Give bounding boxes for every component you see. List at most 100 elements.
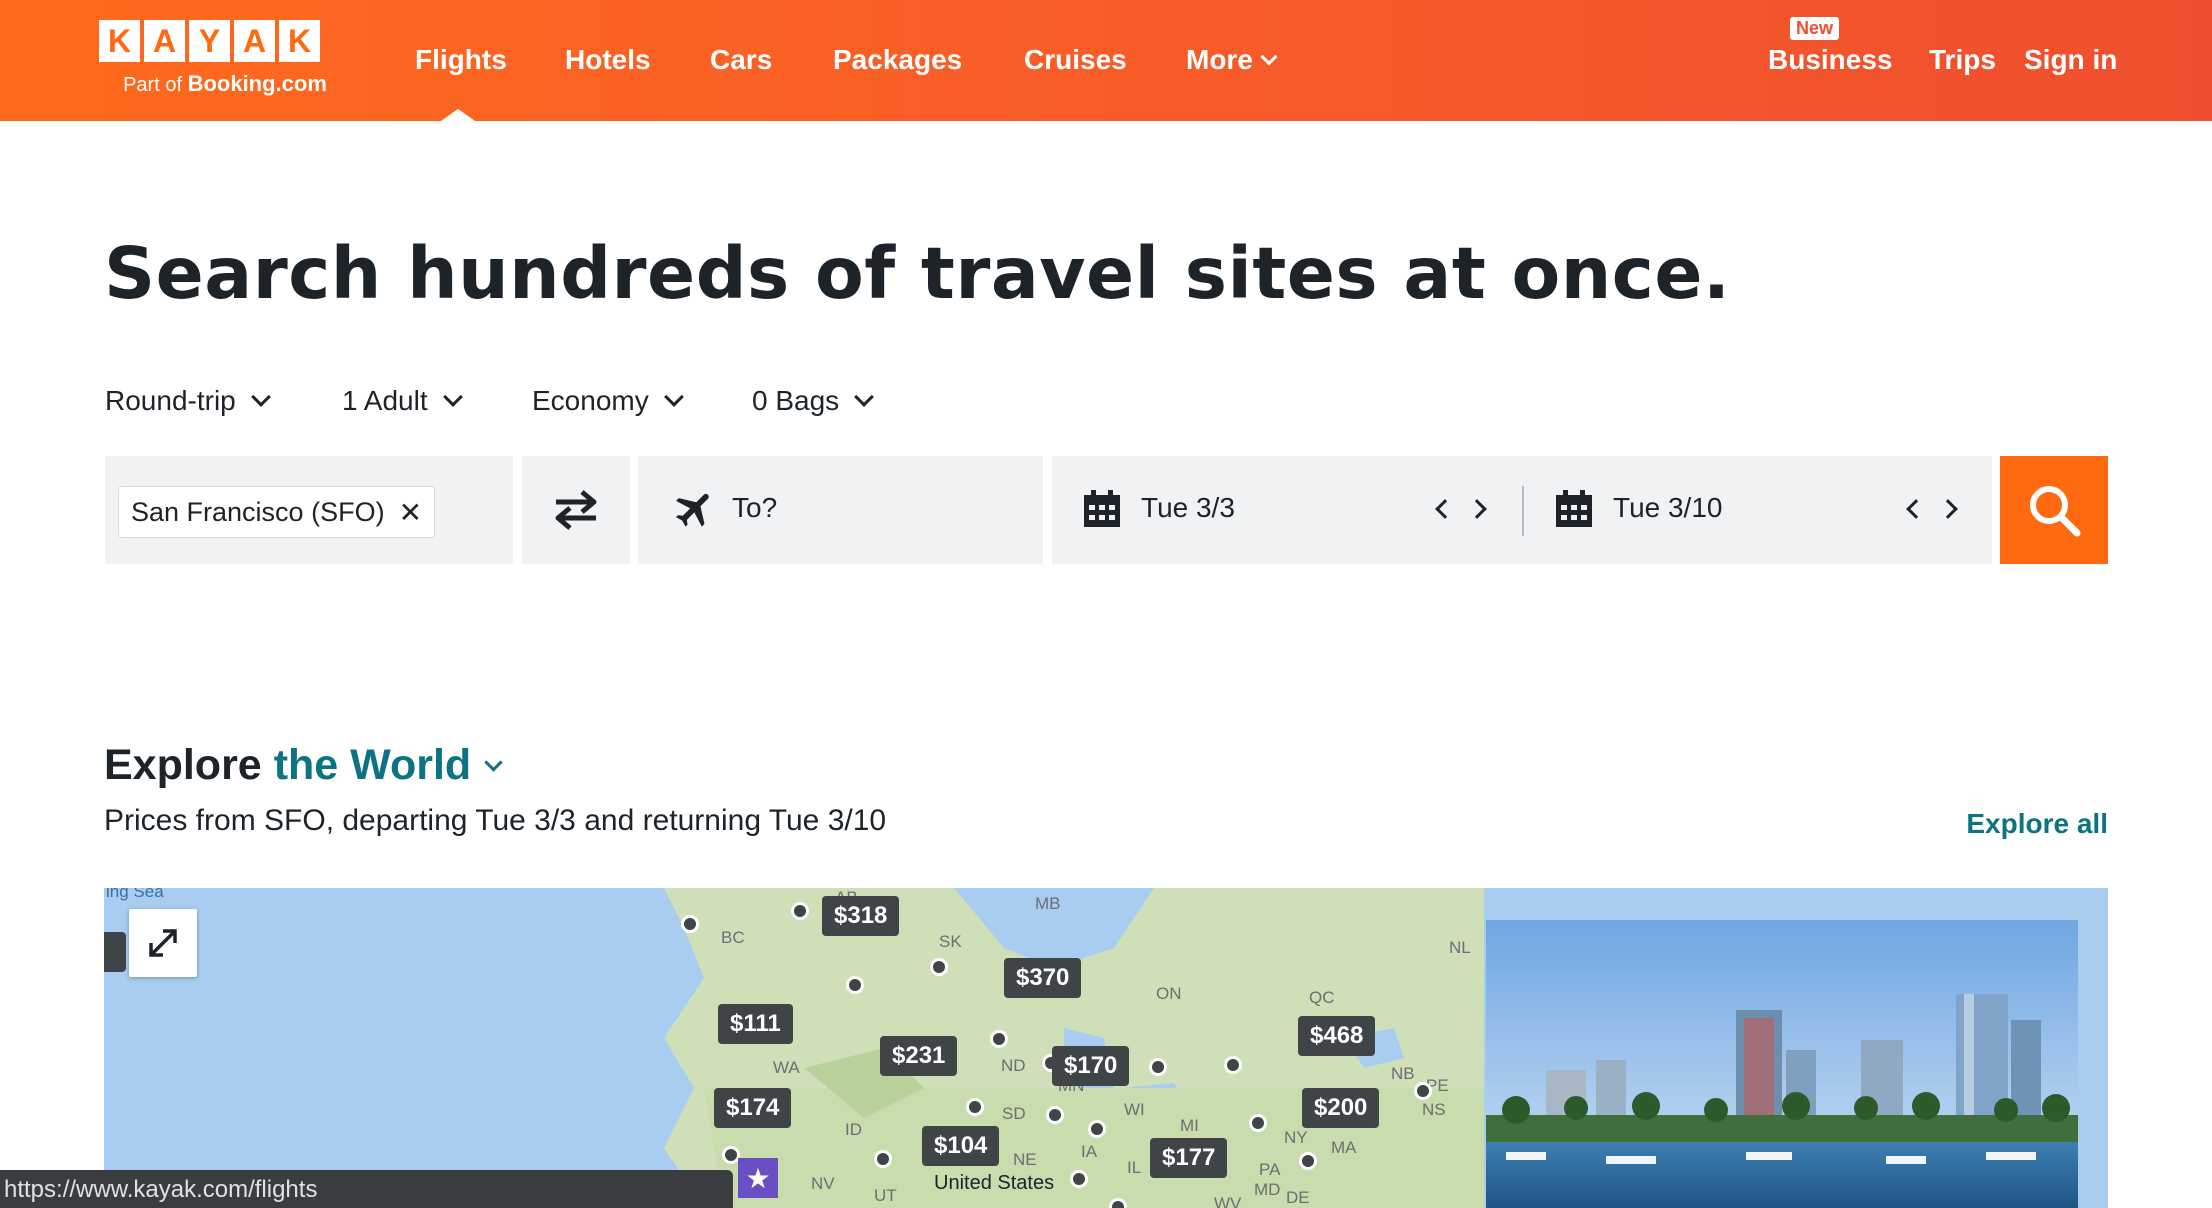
map-price-pin[interactable]: $370 — [1004, 958, 1082, 998]
map-label: SD — [1002, 1104, 1026, 1123]
map-label: NS — [1422, 1100, 1446, 1119]
logo-letters: K A Y A K — [99, 20, 351, 62]
chevron-left-icon[interactable] — [1435, 499, 1455, 519]
kayak-logo[interactable]: K A Y A K Part of Booking.com — [99, 20, 351, 97]
explore-all-link[interactable]: Explore all — [1966, 808, 2108, 840]
map-label: NE — [1013, 1150, 1037, 1169]
nav-cruises[interactable]: Cruises — [1024, 44, 1127, 76]
nav-trips[interactable]: Trips — [1929, 44, 1996, 76]
return-date[interactable]: Tue 3/10 — [1613, 492, 1722, 524]
dates-field[interactable]: Tue 3/3 Tue 3/10 — [1052, 456, 1992, 564]
map-city-dot[interactable] — [1070, 1170, 1088, 1188]
destination-field[interactable]: To? — [638, 456, 1043, 564]
map-city-dot[interactable] — [930, 958, 948, 976]
search-button[interactable] — [2000, 456, 2108, 564]
map-price-pin[interactable]: $111 — [718, 1004, 793, 1044]
nav-business[interactable]: Business — [1768, 44, 1893, 76]
nav-more-label: More — [1186, 44, 1253, 75]
nav-hotels[interactable]: Hotels — [565, 44, 651, 76]
map-price-pin[interactable]: $231 — [880, 1036, 958, 1076]
calendar-icon — [1556, 490, 1592, 527]
map-city-dot[interactable] — [791, 902, 809, 920]
active-tab-indicator — [438, 109, 478, 123]
map-label: ing Sea — [106, 888, 164, 901]
map-city-dot[interactable] — [1224, 1056, 1242, 1074]
swap-button[interactable] — [522, 456, 630, 564]
nav-sign-in[interactable]: Sign in — [2024, 44, 2117, 76]
close-icon[interactable]: ✕ — [399, 496, 422, 529]
map-price-pin[interactable]: $174 — [714, 1088, 792, 1128]
logo-letter: K — [99, 20, 140, 62]
map-label: UT — [874, 1186, 897, 1205]
map-label: PA — [1259, 1160, 1281, 1179]
chevron-left-icon[interactable] — [1906, 499, 1926, 519]
map-price-pin[interactable]: $318 — [822, 896, 900, 936]
map-city-dot[interactable] — [966, 1098, 984, 1116]
cabin-class-dropdown[interactable]: Economy — [532, 385, 684, 417]
map-city-dot[interactable] — [1046, 1106, 1064, 1124]
map-label: NY — [1284, 1128, 1308, 1147]
calendar-icon — [1084, 490, 1120, 527]
origin-chip-label: San Francisco (SFO) — [131, 496, 385, 527]
expand-icon — [149, 929, 177, 957]
nav-more[interactable]: More — [1186, 44, 1278, 76]
map-label: WI — [1124, 1100, 1145, 1119]
logo-tagline-brand: Booking.com — [187, 71, 327, 96]
chevron-down-icon — [442, 387, 463, 407]
map-city-dot[interactable] — [990, 1030, 1008, 1048]
map-city-dot[interactable] — [1249, 1114, 1267, 1132]
map-city-dot[interactable] — [1149, 1058, 1167, 1076]
swap-icon — [555, 490, 597, 530]
logo-tagline: Part of Booking.com — [99, 71, 351, 97]
chevron-down-icon[interactable] — [484, 753, 503, 772]
logo-letter: K — [279, 20, 320, 62]
bags-dropdown[interactable]: 0 Bags — [752, 385, 875, 417]
city-skyline-image — [1486, 920, 2078, 1208]
nav-packages[interactable]: Packages — [833, 44, 962, 76]
explore-title: Explore the World — [104, 741, 503, 790]
explore-region-dropdown[interactable]: the World — [274, 741, 471, 789]
map-label: QC — [1309, 988, 1335, 1007]
travelers-dropdown[interactable]: 1 Adult — [342, 385, 463, 417]
origin-star-marker[interactable]: ★ — [738, 1158, 778, 1198]
map-label: WV — [1214, 1194, 1242, 1208]
chevron-right-icon[interactable] — [1938, 499, 1958, 519]
map-label: NB — [1391, 1064, 1415, 1083]
origin-chip[interactable]: San Francisco (SFO) ✕ — [118, 486, 436, 538]
map-label: BC — [721, 928, 745, 947]
travelers-label: 1 Adult — [342, 385, 428, 416]
status-bar-url: https://www.kayak.com/flights — [0, 1170, 733, 1208]
map-price-pin-partial[interactable] — [104, 932, 126, 972]
map-label: MI — [1180, 1116, 1199, 1135]
map-price-pin[interactable]: $177 — [1150, 1138, 1228, 1178]
map-city-dot[interactable] — [1414, 1082, 1432, 1100]
map-city-dot[interactable] — [681, 915, 699, 933]
map-label: ON — [1156, 984, 1182, 1003]
map-city-dot[interactable] — [874, 1150, 892, 1168]
date-divider — [1522, 486, 1524, 536]
map-city-dot[interactable] — [1299, 1152, 1317, 1170]
expand-map-button[interactable] — [129, 909, 197, 977]
map-price-pin[interactable]: $104 — [922, 1126, 1000, 1166]
map-label: IL — [1127, 1158, 1142, 1177]
map-city-dot[interactable] — [1088, 1120, 1106, 1138]
chevron-down-icon — [663, 387, 684, 407]
airplane-icon — [676, 493, 709, 527]
logo-letter: A — [234, 20, 275, 62]
map-label: WA — [773, 1058, 800, 1077]
chevron-down-icon — [1260, 48, 1278, 66]
explore-title-prefix: Explore — [104, 741, 262, 789]
nav-flights[interactable]: Flights — [415, 44, 507, 76]
logo-letter: Y — [189, 20, 230, 62]
chevron-right-icon[interactable] — [1467, 499, 1487, 519]
map-city-dot[interactable] — [846, 976, 864, 994]
map-price-pin[interactable]: $200 — [1302, 1088, 1380, 1128]
trip-type-dropdown[interactable]: Round-trip — [105, 385, 271, 417]
map-price-pin[interactable]: $170 — [1052, 1046, 1130, 1086]
map-price-pin[interactable]: $468 — [1298, 1016, 1376, 1056]
map-label: MB — [1035, 894, 1061, 913]
depart-date[interactable]: Tue 3/3 — [1141, 492, 1235, 524]
destination-photo[interactable] — [1486, 920, 2078, 1208]
logo-letter: A — [144, 20, 185, 62]
nav-cars[interactable]: Cars — [710, 44, 772, 76]
